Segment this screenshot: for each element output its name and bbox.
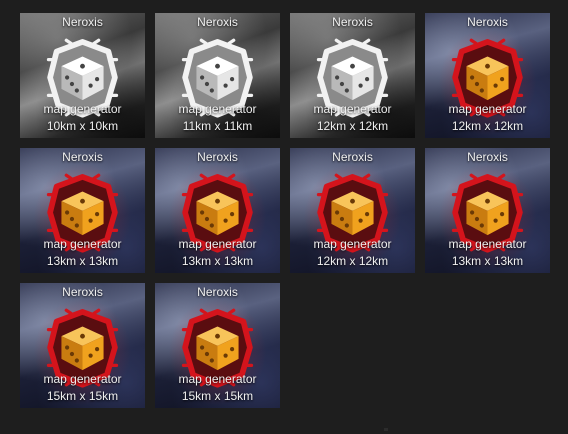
map-tile-description: map generator	[178, 102, 257, 116]
map-tile-title: Neroxis	[197, 285, 238, 299]
map-tile-title: Neroxis	[62, 150, 103, 164]
map-tile-size: 12km x 12km	[316, 254, 389, 268]
map-tile-size: 13km x 13km	[451, 254, 524, 268]
map-tile-size: 15km x 15km	[46, 389, 119, 403]
map-tile-title: Neroxis	[467, 150, 508, 164]
map-tile-size: 13km x 13km	[181, 254, 254, 268]
map-tile-description: map generator	[448, 102, 527, 116]
map-tile-size: 11km x 11km	[182, 119, 253, 133]
map-tile-size: 10km x 10km	[46, 119, 119, 133]
map-tile-description: map generator	[43, 237, 122, 251]
map-tile[interactable]: Neroxis map generator 15km x 15km	[155, 283, 280, 408]
map-tile-description: map generator	[313, 102, 392, 116]
map-tile-description: map generator	[43, 372, 122, 386]
map-tile-title: Neroxis	[332, 15, 373, 29]
map-tile-description: map generator	[178, 372, 257, 386]
map-tile-size: 15km x 15km	[181, 389, 254, 403]
map-tile[interactable]: Neroxis map generator 11km x 11km	[155, 13, 280, 138]
map-tile-size: 12km x 12km	[451, 119, 524, 133]
map-tile[interactable]: Neroxis map generator 10km x 10km	[20, 13, 145, 138]
scroll-indicator	[384, 428, 388, 431]
map-tile-description: map generator	[313, 237, 392, 251]
map-tile-size: 13km x 13km	[46, 254, 119, 268]
map-tile[interactable]: Neroxis map generator 13km x 13km	[20, 148, 145, 273]
map-tile-title: Neroxis	[332, 150, 373, 164]
map-tile[interactable]: Neroxis map generator 13km x 13km	[425, 148, 550, 273]
map-tile-title: Neroxis	[197, 150, 238, 164]
map-preview-grid: Neroxis map generator 10km x 10km Neroxis m…	[0, 0, 568, 434]
map-tile-title: Neroxis	[62, 15, 103, 29]
map-tile-description: map generator	[43, 102, 122, 116]
map-tile-title: Neroxis	[467, 15, 508, 29]
map-tile-description: map generator	[448, 237, 527, 251]
map-tile[interactable]: Neroxis map generator 12km x 12km	[425, 13, 550, 138]
map-tile-title: Neroxis	[62, 285, 103, 299]
map-tile-size: 12km x 12km	[316, 119, 389, 133]
map-tile[interactable]: Neroxis map generator 13km x 13km	[155, 148, 280, 273]
map-tile-description: map generator	[178, 237, 257, 251]
map-tile-title: Neroxis	[197, 15, 238, 29]
map-tile[interactable]: Neroxis map generator 12km x 12km	[290, 13, 415, 138]
map-tile[interactable]: Neroxis map generator 15km x 15km	[20, 283, 145, 408]
map-tile[interactable]: Neroxis map generator 12km x 12km	[290, 148, 415, 273]
